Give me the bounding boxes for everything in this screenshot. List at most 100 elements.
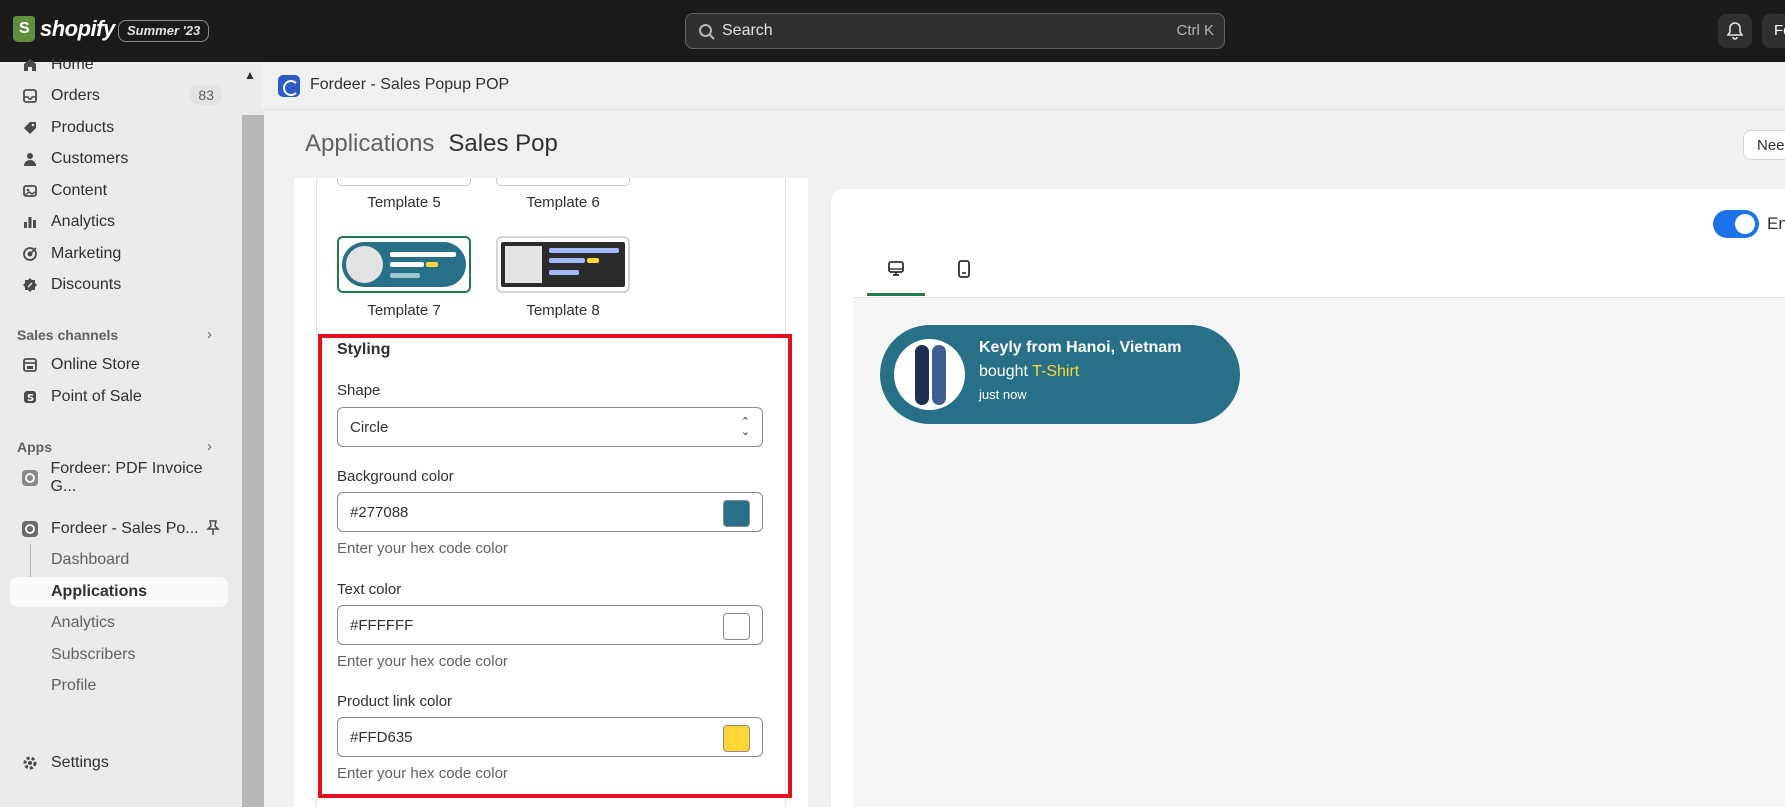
popup-action-verb: bought bbox=[979, 363, 1028, 380]
content-icon bbox=[20, 181, 40, 201]
app-icon bbox=[20, 468, 39, 488]
mobile-icon bbox=[958, 260, 970, 278]
sidebar-item-fordeer-pdf[interactable]: Fordeer: PDF Invoice G... bbox=[10, 460, 228, 495]
text-color-value: #FFFFFF bbox=[350, 617, 414, 634]
sidebar-item-products[interactable]: Products bbox=[10, 113, 228, 143]
apps-heading[interactable]: Apps bbox=[17, 439, 52, 455]
pos-icon: S bbox=[20, 387, 40, 407]
template-8-thumbnail[interactable] bbox=[496, 236, 630, 293]
top-bar: shopify Summer '23 Search Ctrl K Fo bbox=[0, 0, 1785, 62]
background-color-value: #277088 bbox=[350, 504, 409, 521]
logo-text: shopify bbox=[40, 16, 115, 41]
discounts-icon bbox=[20, 275, 40, 295]
sidebar-subitem-label: Subscribers bbox=[51, 646, 136, 663]
sidebar-item-customers[interactable]: Customers bbox=[10, 144, 228, 174]
sidebar-item-content[interactable]: Content bbox=[10, 176, 228, 206]
sidebar-subitem-label: Dashboard bbox=[51, 551, 130, 568]
popup-product-link: T-Shirt bbox=[1032, 363, 1080, 380]
breadcrumb-parent-link[interactable]: Applications bbox=[305, 130, 434, 157]
chevron-right-icon[interactable]: › bbox=[207, 326, 212, 343]
shopify-logo[interactable]: shopify bbox=[13, 16, 115, 42]
sidebar-item-online-store[interactable]: Online Store bbox=[10, 350, 228, 380]
analytics-icon bbox=[20, 212, 40, 232]
template-7-avatar bbox=[346, 246, 383, 283]
template-8-label[interactable]: Template 8 bbox=[496, 302, 630, 319]
enable-toggle[interactable] bbox=[1713, 210, 1759, 238]
sales-channels-heading[interactable]: Sales channels bbox=[17, 327, 118, 343]
sidebar-item-discounts[interactable]: Discounts bbox=[10, 270, 228, 300]
template-7-preview bbox=[342, 242, 466, 287]
product-link-color-swatch[interactable] bbox=[723, 725, 750, 752]
sidebar-item-fordeer-sales-pop[interactable]: Fordeer - Sales Po... bbox=[10, 514, 228, 544]
scrollbar-gutter[interactable] bbox=[242, 115, 264, 807]
template-8-preview bbox=[501, 242, 625, 287]
search-bar[interactable]: Search Ctrl K bbox=[685, 13, 1225, 49]
background-color-label: Background color bbox=[337, 468, 454, 485]
template-5-label[interactable]: Template 5 bbox=[337, 194, 471, 211]
search-icon bbox=[699, 24, 712, 37]
need-help-button[interactable]: Need bbox=[1743, 130, 1785, 160]
edition-badge[interactable]: Summer '23 bbox=[118, 20, 210, 42]
text-color-swatch[interactable] bbox=[723, 613, 750, 640]
marketing-icon bbox=[20, 244, 40, 264]
sidebar-subitem-analytics[interactable]: Analytics bbox=[10, 608, 228, 638]
desktop-icon bbox=[888, 261, 904, 276]
sidebar-subitem-subscribers[interactable]: Subscribers bbox=[10, 640, 228, 670]
sidebar-subitem-dashboard[interactable]: Dashboard bbox=[10, 545, 228, 575]
sidebar-subitem-applications[interactable]: Applications bbox=[10, 577, 228, 607]
store-avatar-button[interactable]: Fo bbox=[1762, 14, 1785, 48]
sidebar-item-label: Orders bbox=[51, 87, 100, 104]
text-color-field[interactable]: #FFFFFF bbox=[337, 605, 763, 645]
sidebar-subitem-profile[interactable]: Profile bbox=[10, 671, 228, 701]
background-color-help: Enter your hex code color bbox=[337, 540, 508, 557]
app-icon bbox=[278, 75, 300, 97]
sidebar-item-analytics[interactable]: Analytics bbox=[10, 207, 228, 237]
sidebar-subitem-label: Analytics bbox=[51, 614, 116, 631]
shape-select[interactable]: Circle ⌃ ⌄ bbox=[337, 407, 763, 447]
sidebar-item-settings[interactable]: Settings bbox=[10, 748, 228, 778]
pin-icon[interactable] bbox=[206, 520, 220, 541]
sidebar-item-label: Settings bbox=[51, 754, 109, 771]
shape-select-value: Circle bbox=[350, 419, 389, 436]
popup-customer-name: Keyly from Hanoi, Vietnam bbox=[979, 339, 1182, 356]
tab-desktop-preview[interactable] bbox=[867, 252, 925, 296]
page-title: Sales Pop bbox=[448, 130, 558, 157]
sidebar-item-orders[interactable]: Orders 83 bbox=[10, 81, 228, 111]
sidebar-item-marketing[interactable]: Marketing bbox=[10, 239, 228, 269]
sidebar-item-label: Content bbox=[51, 182, 108, 199]
sidebar-item-label: Fordeer - Sales Po... bbox=[51, 520, 199, 537]
template-6-thumbnail[interactable] bbox=[496, 178, 630, 186]
sidebar-item-label: Point of Sale bbox=[51, 388, 142, 405]
background-color-swatch[interactable] bbox=[723, 500, 750, 527]
bell-icon bbox=[1727, 22, 1743, 40]
notifications-button[interactable] bbox=[1718, 14, 1752, 48]
sidebar-item-label: Online Store bbox=[51, 356, 140, 373]
search-shortcut: Ctrl K bbox=[1176, 22, 1215, 39]
home-icon bbox=[20, 55, 40, 75]
sidebar-item-label: Customers bbox=[51, 150, 129, 167]
app-title: Fordeer - Sales Popup POP bbox=[310, 76, 510, 93]
product-link-color-field[interactable]: #FFD635 bbox=[337, 717, 763, 757]
product-image bbox=[894, 339, 965, 410]
sidebar-item-point-of-sale[interactable]: S Point of Sale bbox=[10, 382, 228, 412]
shape-label: Shape bbox=[337, 382, 381, 399]
template-7-thumbnail[interactable] bbox=[337, 236, 471, 293]
chevron-right-icon[interactable]: › bbox=[207, 438, 212, 455]
tab-mobile-preview[interactable] bbox=[935, 252, 993, 296]
scroll-up-arrow-icon[interactable]: ▲ bbox=[244, 68, 256, 82]
enable-toggle-label: En bbox=[1767, 214, 1785, 233]
online-store-icon bbox=[20, 355, 40, 375]
template-7-label[interactable]: Template 7 bbox=[337, 302, 471, 319]
template-6-label[interactable]: Template 6 bbox=[496, 194, 630, 211]
sales-popup-preview: Keyly from Hanoi, Vietnam bought T-Shirt… bbox=[880, 325, 1240, 424]
settings-icon bbox=[20, 753, 40, 773]
orders-count-badge: 83 bbox=[190, 85, 222, 105]
template-5-thumbnail[interactable] bbox=[337, 178, 471, 186]
breadcrumb: Applications Sales Pop bbox=[305, 130, 558, 158]
sidebar-item-label: Analytics bbox=[51, 213, 116, 230]
sidebar-item-home[interactable]: Home bbox=[10, 50, 228, 80]
background-color-field[interactable]: #277088 bbox=[337, 492, 763, 532]
product-link-color-help: Enter your hex code color bbox=[337, 765, 508, 782]
text-color-help: Enter your hex code color bbox=[337, 653, 508, 670]
products-icon bbox=[20, 118, 40, 138]
